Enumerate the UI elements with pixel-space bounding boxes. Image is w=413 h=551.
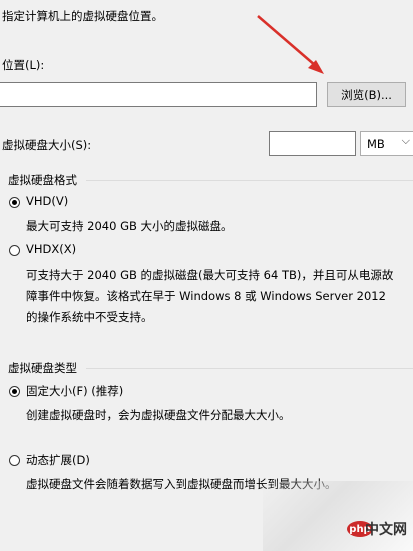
vhdx-label[interactable]: VHDX(X) [26,242,76,256]
browse-button[interactable]: 浏览(B)... [327,82,406,107]
vhd-description: 最大可支持 2040 GB 大小的虚拟磁盘。 [26,219,233,233]
vhd-label[interactable]: VHD(V) [26,194,68,208]
dynamic-radio[interactable] [9,455,20,466]
fixed-size-description: 创建虚拟硬盘时，会为虚拟硬盘文件分配最大大小。 [26,408,291,422]
dynamic-label[interactable]: 动态扩展(D) [26,452,90,468]
location-label: 位置(L): [2,58,45,72]
size-unit-value: MB [367,136,385,151]
vhd-radio[interactable] [9,197,20,208]
vhdx-description-line-3: 的操作系统中不受支持。 [26,310,153,324]
watermark-overlay [263,481,413,551]
vhdx-radio[interactable] [9,245,20,256]
format-group-divider [86,180,413,181]
type-group-divider [86,368,413,369]
red-arrow-annotation [257,15,324,74]
chevron-down-icon: ⌵ [401,134,410,147]
fixed-size-label[interactable]: 固定大小(F) (推荐) [26,383,123,399]
size-label: 虚拟硬盘大小(S): [2,138,92,152]
vhdx-description-line-1: 可支持大于 2040 GB 的虚拟磁盘(最大可支持 64 TB)，并且可从电源故 [26,268,394,282]
location-input[interactable] [0,82,317,107]
watermark-site-text: 中文网 [365,522,407,538]
instruction-text: 指定计算机上的虚拟硬盘位置。 [2,9,163,23]
type-group-title: 虚拟硬盘类型 [8,361,77,375]
size-input[interactable] [269,131,356,156]
fixed-size-radio[interactable] [9,386,20,397]
vhdx-description-line-2: 障事件中恢复。该格式在早于 Windows 8 或 Windows Server… [26,289,386,303]
format-group-title: 虚拟硬盘格式 [8,173,77,187]
size-unit-select[interactable]: MB ⌵ [360,131,413,156]
